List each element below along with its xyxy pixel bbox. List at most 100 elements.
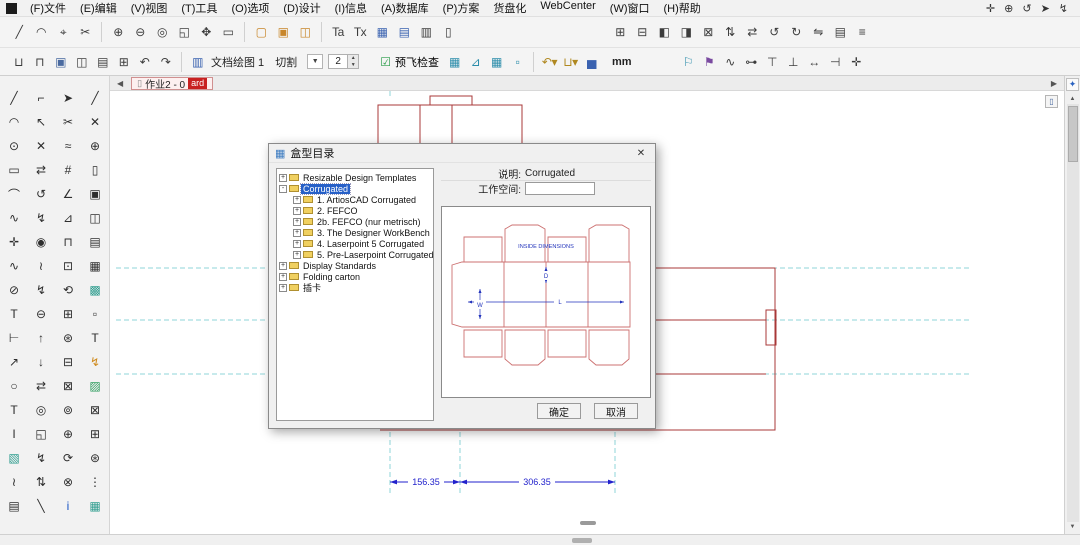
open-folder-icon[interactable]: ⊔ <box>8 52 29 72</box>
tool-button[interactable]: ◎ <box>28 398 55 422</box>
app-icon[interactable] <box>6 3 17 14</box>
select-sheet-icon[interactable]: ▫ <box>507 52 528 72</box>
tool-button[interactable]: ⊞ <box>82 422 109 446</box>
horizontal-scrollbar[interactable] <box>0 534 1080 545</box>
rotate-tool-icon[interactable]: ⟲ <box>55 278 82 302</box>
menu-item[interactable]: (V)视图 <box>124 0 175 16</box>
flag-filled-icon[interactable]: ⚑ <box>699 52 720 72</box>
flash-icon[interactable]: ↯ <box>1059 2 1068 15</box>
tree-item[interactable]: + 插卡 <box>277 282 433 293</box>
tool-button[interactable]: ↯ <box>28 278 55 302</box>
expand-toggle-icon[interactable]: + <box>293 207 301 215</box>
menu-item[interactable]: 货盘化 <box>486 0 533 16</box>
info-tool-icon[interactable]: i <box>55 494 82 518</box>
tool-button[interactable]: ⊡ <box>55 254 82 278</box>
preflight-panel-icon[interactable]: ▦ <box>444 52 465 72</box>
document-tab[interactable]: ▯ 作业2 - 0 ard <box>131 77 213 90</box>
circle-tool-icon[interactable]: ⊙ <box>1 134 28 158</box>
tool-button[interactable]: ⊕ <box>82 134 109 158</box>
box-template-icon[interactable]: ▢ <box>250 21 272 43</box>
left-panel-icon[interactable]: ◧ <box>653 21 675 43</box>
tool-button[interactable]: ⊕ <box>55 422 82 446</box>
scroll-up-icon[interactable]: ▲ <box>1070 94 1076 104</box>
expand-toggle-icon[interactable]: + <box>293 218 301 226</box>
expand-toggle-icon[interactable]: - <box>279 185 287 193</box>
navigator-icon[interactable]: ✦ <box>1066 78 1079 91</box>
tree-item[interactable]: + Resizable Design Templates <box>277 172 433 183</box>
chevron-down-icon[interactable]: ▼ <box>307 54 323 69</box>
doc-combo[interactable]: 文档绘图 1 <box>208 54 267 70</box>
tool-button[interactable]: ⊿ <box>55 206 82 230</box>
pan-icon[interactable]: ✥ <box>195 21 217 43</box>
tool-button[interactable]: ⊟ <box>55 350 82 374</box>
rotate-ccw-icon[interactable]: ↺ <box>763 21 785 43</box>
scale-stepper[interactable]: 2 ▲ ▼ <box>328 54 359 69</box>
menu-item[interactable]: (O)选项 <box>224 0 276 16</box>
tool-button[interactable]: ▤ <box>1 494 28 518</box>
save-as-icon[interactable]: ◫ <box>71 52 92 72</box>
align-bottom-icon[interactable]: ⊥ <box>783 52 804 72</box>
expand-toggle-icon[interactable]: + <box>279 284 287 292</box>
tool-button[interactable]: ▯ <box>82 158 109 182</box>
tool-button[interactable]: ▦ <box>82 494 109 518</box>
copy-icon[interactable]: ⊞ <box>113 52 134 72</box>
zoom-tool-icon[interactable]: ⊕ <box>1004 2 1013 15</box>
import-icon[interactable]: ⊓ <box>29 52 50 72</box>
workspace-input[interactable] <box>525 182 595 195</box>
tool-button[interactable]: ≀ <box>1 470 28 494</box>
layers-doc-icon[interactable]: ▥ <box>187 52 208 72</box>
tool-button[interactable]: # <box>55 158 82 182</box>
tree-item[interactable]: + 4. Laserpoint 5 Corrugated <box>277 238 433 249</box>
menu-item[interactable]: (D)设计 <box>276 0 327 16</box>
tool-button[interactable]: ↯ <box>28 206 55 230</box>
tool-button[interactable]: I <box>1 422 28 446</box>
tool-button[interactable]: ↑ <box>28 326 55 350</box>
swap-vertical-icon[interactable]: ⇅ <box>719 21 741 43</box>
tree-item[interactable]: + 5. Pre-Laserpoint Corrugated <box>277 249 433 260</box>
tool-button[interactable]: ▤ <box>82 230 109 254</box>
text-dimension-icon[interactable]: Tx <box>349 21 371 43</box>
right-panel-icon[interactable]: ◨ <box>675 21 697 43</box>
knife-tool-icon[interactable]: ✂ <box>74 21 96 43</box>
tool-button[interactable]: ≈ <box>55 134 82 158</box>
tool-button[interactable]: ▦ <box>82 254 109 278</box>
stack-icon[interactable]: ▤ <box>829 21 851 43</box>
menu-item[interactable]: (E)编辑 <box>73 0 124 16</box>
tool-button[interactable]: ⌐ <box>28 86 55 110</box>
refresh-icon[interactable]: ↺ <box>1022 2 1031 15</box>
undo-icon[interactable]: ↶ <box>134 52 155 72</box>
table-icon[interactable]: ▤ <box>393 21 415 43</box>
expand-toggle-icon[interactable]: + <box>279 262 287 270</box>
full-view-icon[interactable]: ▭ <box>217 21 239 43</box>
tool-button[interactable]: ⇄ <box>28 158 55 182</box>
tree-item[interactable]: + Display Standards <box>277 260 433 271</box>
close-icon[interactable]: ✕ <box>633 146 649 160</box>
dim-left-icon[interactable]: ⊣ <box>825 52 846 72</box>
menu-item[interactable]: (P)方案 <box>436 0 487 16</box>
tool-button[interactable]: ▨ <box>82 374 109 398</box>
zoom-in-icon[interactable]: ⊕ <box>107 21 129 43</box>
cursor-icon[interactable]: ➤ <box>1041 2 1050 15</box>
zoom-window-icon[interactable]: ◎ <box>151 21 173 43</box>
folder-dropdown-icon[interactable]: ⊔▾ <box>560 52 581 72</box>
scrollbar-thumb[interactable] <box>1068 106 1078 162</box>
menu-item[interactable]: (A)数据库 <box>374 0 436 16</box>
text-tool-icon[interactable]: T <box>1 302 28 326</box>
tool-button[interactable]: ↖ <box>28 110 55 134</box>
tool-button[interactable]: ⊛ <box>55 326 82 350</box>
tool-button[interactable]: ◱ <box>28 422 55 446</box>
menu-item[interactable]: (T)工具 <box>174 0 224 16</box>
flag-outline-icon[interactable]: ⚐ <box>678 52 699 72</box>
menu-item[interactable]: WebCenter <box>533 0 602 16</box>
box-rebuild-icon[interactable]: ▣ <box>272 21 294 43</box>
tool-button[interactable]: ⇅ <box>28 470 55 494</box>
splitter-handle[interactable] <box>580 521 596 525</box>
dim-horizontal-icon[interactable]: ↔ <box>804 52 825 72</box>
align-top-icon[interactable]: ⊤ <box>762 52 783 72</box>
curve-edit-icon[interactable]: ∿ <box>720 52 741 72</box>
tool-button[interactable]: ✕ <box>82 110 109 134</box>
tool-button[interactable]: ⊚ <box>55 398 82 422</box>
tool-button[interactable]: ▫ <box>82 302 109 326</box>
tree-item[interactable]: - Corrugated <box>277 183 433 194</box>
tool-button[interactable]: ⋮ <box>82 470 109 494</box>
